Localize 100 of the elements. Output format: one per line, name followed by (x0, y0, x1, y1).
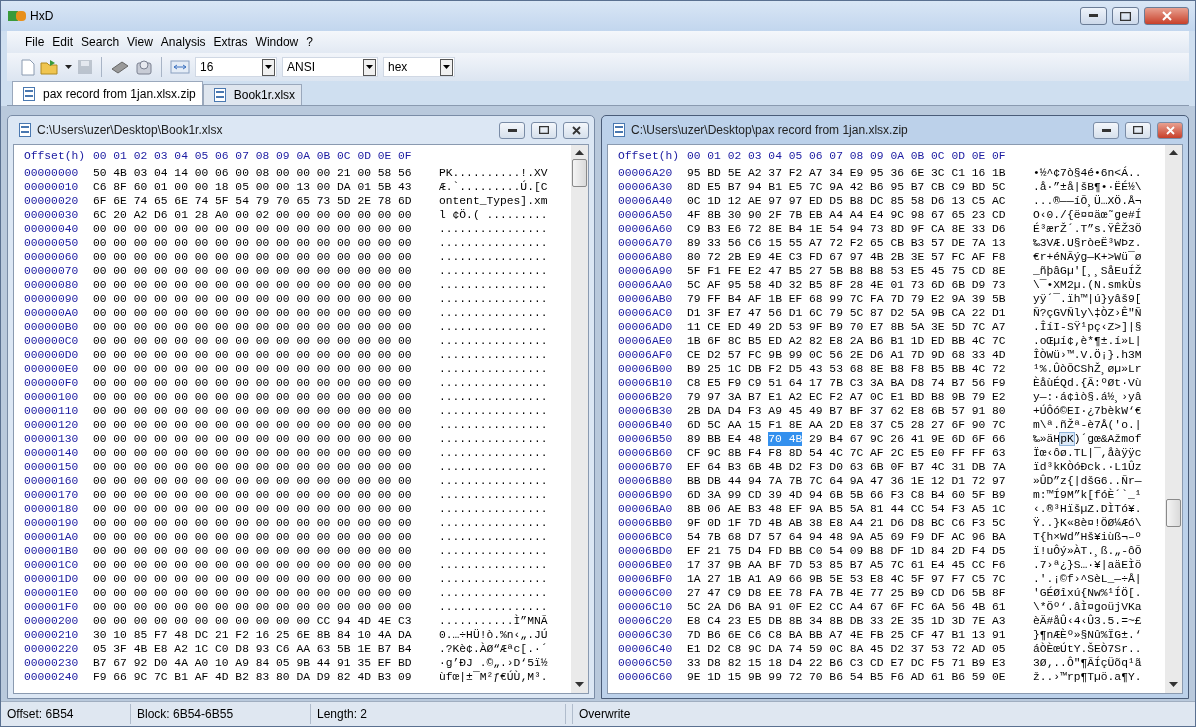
hex-bytes: 00 00 00 00 00 00 00 00 00 00 00 00 00 00 00 00 (93, 222, 413, 236)
hex-bytes: 00 00 00 00 00 00 00 00 00 00 00 00 00 00 00 00 (93, 544, 413, 558)
hex-bytes: 27 47 C9 D8 EE 78 FA 7B 4E 77 25 B9 CD D6 5B 8F (687, 586, 1007, 600)
hex-bytes: CF 9C 8B F4 F8 8D 54 4C 7C AF 2C E5 E0 FF FF 63 (687, 446, 1007, 460)
disk-icon[interactable] (135, 58, 153, 76)
ascii-text: Ÿ..}K«8è¤!ÖØ¼Æó\ (1033, 516, 1142, 530)
offset-status: Offset: 6B54 (1, 704, 131, 724)
ascii-text: .7›ª¿}S…·¥|aäEÌö (1033, 558, 1142, 572)
column-width-icon[interactable] (170, 60, 190, 74)
ascii-text: ................ (439, 320, 548, 334)
memory-chip-icon[interactable] (110, 60, 130, 74)
offset-base-dropdown[interactable]: hex (383, 57, 455, 77)
ascii-text: €r+éNÃýg—K+>Wü¯ø (1033, 250, 1142, 264)
offset-label: 00000060 (24, 250, 80, 264)
ascii-text: ................ (439, 432, 548, 446)
minimize-button[interactable] (1080, 7, 1107, 25)
ascii-text: +ÚÔó©EI·¿7bèkW‘€ (1033, 404, 1142, 418)
ascii-text: O‹0./{ë¤¤äœ˜ge#Í (1033, 208, 1142, 222)
hex-bytes: 17 37 9B AA BF 7D 53 85 B7 A5 7C 61 E4 45 CC F6 (687, 558, 1007, 572)
hex-bytes: E8 C4 23 E5 DB 8B 34 8B DB 33 2E 35 1D 3D 7E A3 (687, 614, 1007, 628)
offset-label: 00006AA0 (618, 278, 674, 292)
hex-bytes: 00 00 00 00 00 00 00 00 00 00 00 00 00 00 00 00 (93, 376, 413, 390)
ascii-text: ‰»äH (1033, 433, 1061, 445)
ascii-text: \*Öº‘.âÌ¤goüjVKa (1033, 600, 1142, 614)
ascii-text: .?Kè¢.ÀØ“Æªc[.·´ (439, 642, 548, 656)
hex-bytes: 6C 20 A2 D6 01 28 A0 00 02 00 00 00 00 00 00 00 (93, 208, 413, 222)
scrollbar-thumb[interactable] (572, 159, 587, 187)
scroll-up-icon[interactable] (575, 150, 584, 156)
ascii-text: ................ (439, 348, 548, 362)
menu-item[interactable]: Search (77, 35, 124, 49)
hex-bytes: 54 7B 68 D7 57 64 94 48 9A A5 69 F9 DF AC 96 BA (687, 530, 1007, 544)
hex-bytes: 6F 6E 74 65 6E 74 5F 54 79 70 65 73 5D 2E 78 6D (93, 194, 413, 208)
offset-label: 00006BB0 (618, 516, 674, 530)
file-tab[interactable]: pax record from 1jan.xlsx.zip (12, 81, 203, 105)
offset-label: 000001C0 (24, 558, 80, 572)
ascii-text: ................ (439, 376, 548, 390)
offset-label: 00000030 (24, 208, 80, 222)
offset-label: 00006C30 (618, 628, 674, 642)
hex-file-icon (19, 123, 31, 137)
ascii-text: ï!uÔý»ÀT.¸ß.„-ôÕ (1033, 544, 1142, 558)
offset-label: 00000040 (24, 222, 80, 236)
maximize-button[interactable] (1125, 121, 1151, 139)
hex-bytes: 00 00 00 00 00 00 00 00 00 00 00 00 00 00 00 00 (93, 306, 413, 320)
close-button[interactable] (563, 121, 589, 139)
menu-item[interactable]: Analysis (156, 35, 210, 49)
ascii-text: ................ (439, 404, 548, 418)
maximize-button[interactable] (531, 121, 557, 139)
offset-label: 00006AF0 (618, 348, 674, 362)
offset-label: 00000240 (24, 670, 80, 684)
maximize-button[interactable] (1112, 7, 1139, 25)
ascii-text: ùfœ|±¯M²ƒ€ÚÙ‚M³. (439, 670, 548, 684)
hex-bytes: 4F 8B 30 90 2F 7B EB A4 A4 E4 9C 98 67 65 23 CD (687, 208, 1007, 222)
hex-bytes: 00 00 00 00 00 00 00 00 00 00 00 00 00 00 00 00 (93, 334, 413, 348)
menu-item[interactable]: View (123, 35, 157, 49)
offset-label: 00006B50 (618, 432, 674, 446)
ascii-text: PK..........!.XV (439, 166, 548, 180)
offset-label: 00000000 (24, 166, 80, 180)
hex-bytes: 00 00 00 00 00 00 00 00 00 00 00 00 00 00 00 00 (93, 446, 413, 460)
caret-icon (443, 65, 450, 69)
scrollbar-thumb[interactable] (1166, 499, 1181, 527)
menu-item[interactable]: Extras (209, 35, 252, 49)
scroll-down-icon[interactable] (1169, 682, 1178, 688)
menu-item[interactable]: Window (251, 35, 303, 49)
ascii-text: m\ª.ñŽª-è7Å('o.| (1033, 418, 1142, 432)
offset-label: 00006B30 (618, 404, 674, 418)
ascii-text: ·g’ÐJ .©„.›D‘5ï½ (439, 656, 548, 670)
menu-item[interactable]: File (21, 35, 49, 49)
charset-dropdown[interactable]: ANSI (282, 57, 378, 77)
ascii-text: y—:·á¢ìò§.á½¸›yâ (1033, 390, 1142, 404)
scroll-up-icon[interactable] (1169, 150, 1178, 156)
caret-icon[interactable] (65, 65, 72, 69)
offset-label: 00000180 (24, 502, 80, 516)
ascii-text: yÿ´¯.ïh™|ú}yâš9[ (1033, 292, 1142, 306)
offset-label: 00000020 (24, 194, 80, 208)
menu-item[interactable]: ? (302, 35, 317, 49)
file-tab[interactable]: Book1r.xlsx (202, 84, 303, 105)
menu-item[interactable]: Edit (48, 35, 78, 49)
offset-label: 00006A70 (618, 236, 674, 250)
minimize-button[interactable] (499, 121, 525, 139)
ascii-text: ž..›™rp¶Tµö.a¶Y. (1033, 670, 1142, 684)
ascii-text: ................ (439, 516, 548, 530)
ascii-text: ‰3VÆ.U§ròeË³WÞz. (1033, 236, 1142, 250)
offset-header: Offset(h) (618, 149, 680, 163)
offset-label: 00000050 (24, 236, 80, 250)
ascii-text: ...........Ì”MNÃ (439, 614, 548, 628)
scroll-down-icon[interactable] (575, 682, 584, 688)
bytes-per-row-dropdown[interactable]: 16 (195, 57, 277, 77)
hex-bytes: 50 4B 03 04 14 00 06 00 08 00 00 00 21 00 58 56 (93, 166, 413, 180)
ascii-text: èÄ#åÛ‹4‹Û3.5.=~£ (1033, 614, 1142, 628)
open-folder-icon[interactable] (40, 59, 60, 75)
ascii-text: ................ (439, 292, 548, 306)
ascii-text: )´gœ&Ažmof (1073, 433, 1142, 445)
caret-icon (265, 65, 272, 69)
hex-bytes: 79 97 3A B7 E1 A2 EC F2 A7 0C E1 BD B8 9B 79 E2 (687, 390, 1007, 404)
offset-label: 00000220 (24, 642, 80, 656)
ascii-text: l ¢Ö.( ......... (439, 208, 548, 222)
hex-file-icon (213, 88, 226, 102)
minimize-button[interactable] (1093, 121, 1119, 139)
hex-bytes: 9F 0D 1F 7D 4B AB 38 E8 A4 21 D6 D8 BC C6 F3 5C (687, 516, 1007, 530)
offset-label: 000000D0 (24, 348, 80, 362)
